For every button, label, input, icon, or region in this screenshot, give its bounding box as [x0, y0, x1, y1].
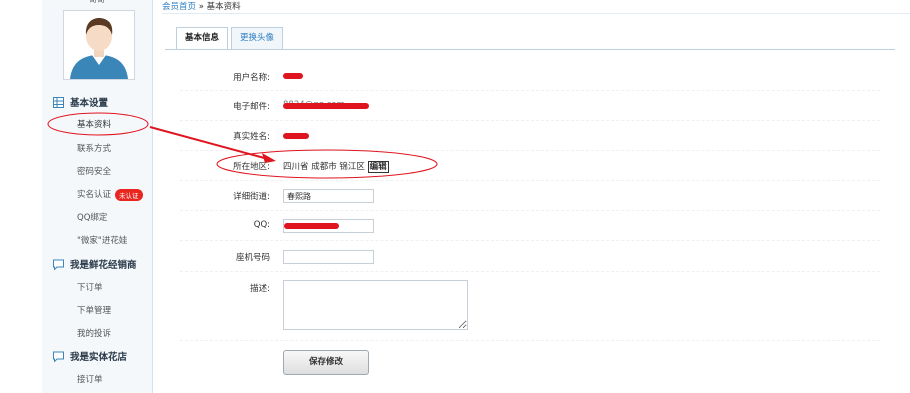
sidebar-group-flower-shop[interactable]: 我是实体花店 — [53, 349, 127, 363]
settings-grid-icon — [53, 96, 64, 108]
row-divider — [180, 210, 880, 211]
sidebar-item-weijia[interactable]: "微家"进花娃 — [77, 234, 127, 246]
row-divider — [180, 120, 880, 121]
region-label: 所在地区: — [233, 162, 270, 172]
page-root: 哥哥 基本设置 基本资料 联系方式 密码安全 实名认证未认证 QQ绑定 "微家"… — [0, 0, 910, 393]
row-divider — [180, 240, 880, 241]
row-divider — [180, 340, 880, 341]
tab-bar: 基本信息 更换头像 — [176, 27, 286, 50]
email-label: 电子邮件: — [233, 102, 270, 112]
phone-label: 座机号码 — [235, 253, 270, 263]
sidebar-group-label: 我是实体花店 — [70, 352, 128, 363]
realname-label: 真实姓名: — [233, 132, 270, 142]
chat-bubble-icon — [53, 351, 64, 363]
sidebar-group-basic-settings[interactable]: 基本设置 — [53, 95, 108, 109]
sidebar-group-label: 我是鲜花经销商 — [70, 260, 137, 271]
redaction-scribble — [283, 133, 309, 139]
redaction-scribble — [283, 103, 369, 109]
chat-bubble-icon — [53, 259, 64, 271]
unverified-badge: 未认证 — [115, 188, 143, 201]
avatar-person-icon — [64, 11, 134, 79]
sidebar-username: 哥哥 — [82, 0, 112, 4]
sidebar-group-distributor[interactable]: 我是鲜花经销商 — [53, 257, 137, 271]
row-divider — [180, 271, 880, 272]
row-divider — [180, 150, 880, 151]
sidebar-item-label: 实名认证 — [77, 190, 112, 200]
save-button[interactable]: 保存修改 — [283, 350, 369, 375]
row-divider — [180, 90, 880, 91]
redaction-scribble — [284, 223, 339, 229]
region-value: 四川省 成都市 锦江区 编辑 — [283, 160, 389, 173]
sidebar-item-basic-info[interactable]: 基本资料 — [77, 118, 111, 130]
sidebar-item-verification[interactable]: 实名认证 未认证 — [77, 188, 143, 201]
phone-input[interactable] — [283, 250, 374, 264]
avatar[interactable] — [63, 10, 135, 80]
profile-form: 用户名称: 电子邮件: 8824@qq.com 真实姓名: 所在地区: 四川省 … — [165, 50, 895, 393]
tab-basic-info[interactable]: 基本信息 — [176, 27, 229, 50]
sidebar-item-qq-bind[interactable]: QQ绑定 — [77, 211, 107, 223]
sidebar-item-contact[interactable]: 联系方式 — [77, 142, 111, 154]
region-text: 四川省 成都市 锦江区 — [283, 162, 365, 172]
desc-label: 描述: — [250, 284, 270, 294]
sidebar: 哥哥 基本设置 基本资料 联系方式 密码安全 实名认证未认证 QQ绑定 "微家"… — [42, 0, 153, 393]
qq-label: QQ: — [253, 220, 270, 230]
sidebar-item-receive-order[interactable]: 接订单 — [77, 373, 103, 385]
breadcrumb-separator: » — [198, 2, 204, 12]
breadcrumb: 会员首页 » 基本资料 — [162, 0, 910, 14]
street-label: 详细街道: — [233, 192, 270, 202]
sidebar-group-label: 基本设置 — [70, 98, 109, 109]
breadcrumb-current: 基本资料 — [206, 2, 241, 12]
row-divider — [180, 180, 880, 181]
sidebar-item-complaints[interactable]: 我的投诉 — [77, 327, 111, 339]
breadcrumb-home-link[interactable]: 会员首页 — [162, 2, 196, 12]
sidebar-item-order-manage[interactable]: 下单管理 — [77, 304, 111, 316]
sidebar-item-password[interactable]: 密码安全 — [77, 165, 111, 177]
sidebar-item-place-order[interactable]: 下订单 — [77, 281, 103, 293]
street-input[interactable] — [283, 189, 374, 203]
description-textarea[interactable] — [283, 280, 468, 330]
username-label: 用户名称: — [233, 73, 270, 83]
tab-change-avatar[interactable]: 更换头像 — [231, 27, 284, 49]
redaction-scribble — [283, 73, 303, 79]
region-edit-link[interactable]: 编辑 — [367, 161, 389, 173]
